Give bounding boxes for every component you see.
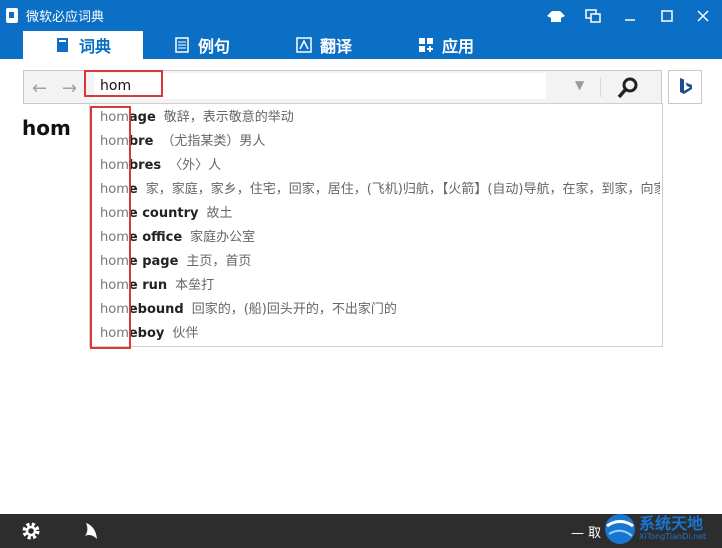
bottom-status-text: — 取 (571, 526, 602, 541)
tab-translate[interactable]: 翻译 (296, 31, 352, 59)
gear-icon[interactable] (20, 520, 42, 542)
suggestion-item[interactable]: home country 故土 (100, 202, 660, 226)
watermark-logo: 系统天地 XiTongTianDi.net (603, 508, 721, 548)
apps-icon (418, 37, 434, 53)
tab-bar: 词典 例句 翻译 应用 (0, 31, 722, 59)
compact-mode-icon[interactable] (576, 0, 610, 31)
suggestion-item[interactable]: home run 本垒打 (100, 274, 660, 298)
suggestion-item[interactable]: home page 主页，首页 (100, 250, 660, 274)
tab-label: 应用 (442, 37, 475, 56)
history-dropdown-icon[interactable]: ▼ (575, 78, 584, 92)
title-bar: 微软必应词典 (0, 0, 722, 31)
book-icon (55, 37, 71, 53)
tab-label: 词典 (78, 37, 111, 56)
watermark-subtitle: XiTongTianDi.net (639, 532, 707, 541)
suggestion-item[interactable]: hombres 〈外〉人 (100, 154, 660, 178)
suggestion-item[interactable]: home 家，家庭，家乡，住宅，回家，居住，(飞机)归航，【火箭】(自动)导航，在… (100, 178, 660, 202)
suggestion-list: homage 敬辞，表示敬意的举动 hombre （尤指某类）男人 hombres 〈… (89, 103, 663, 347)
input-highlight-box (84, 70, 163, 97)
app-logo-icon (6, 8, 18, 23)
suggestion-item[interactable]: homeboy 伙伴 (100, 322, 660, 346)
document-icon (174, 37, 190, 53)
back-arrow-icon[interactable]: ← (32, 78, 47, 99)
suggestion-item[interactable]: homebound 回家的，(船)回头开的，不出家门的 (100, 298, 660, 322)
globe-icon (605, 514, 635, 544)
search-icon[interactable] (616, 76, 640, 100)
headword-title: hom (22, 116, 71, 140)
tab-label: 翻译 (320, 37, 353, 56)
forward-arrow-icon[interactable]: → (62, 78, 77, 99)
suggestion-item[interactable]: home office 家庭办公室 (100, 226, 660, 250)
tab-examples[interactable]: 例句 (174, 31, 230, 59)
window-title: 微软必应词典 (26, 10, 105, 25)
minimize-button[interactable] (613, 0, 647, 31)
dictionary-window: 微软必应词典 词典 例句 翻译 应用 ← → hom ▼ hom homage … (0, 0, 722, 548)
bing-logo-icon[interactable] (668, 70, 702, 104)
divider (600, 77, 601, 97)
pin-icon[interactable] (539, 0, 573, 31)
tab-dictionary[interactable]: 词典 (23, 31, 143, 59)
close-button[interactable] (686, 0, 720, 31)
suggestion-item[interactable]: homage 敬辞，表示敬意的举动 (100, 106, 660, 130)
tab-apps[interactable]: 应用 (418, 31, 474, 59)
prefix-highlight-box (90, 106, 131, 349)
maximize-button[interactable] (650, 0, 684, 31)
tab-label: 例句 (198, 37, 231, 56)
translate-icon (296, 37, 312, 53)
feedback-icon[interactable] (80, 520, 102, 542)
watermark-title: 系统天地 (639, 514, 704, 533)
suggestion-item[interactable]: hombre （尤指某类）男人 (100, 130, 660, 154)
